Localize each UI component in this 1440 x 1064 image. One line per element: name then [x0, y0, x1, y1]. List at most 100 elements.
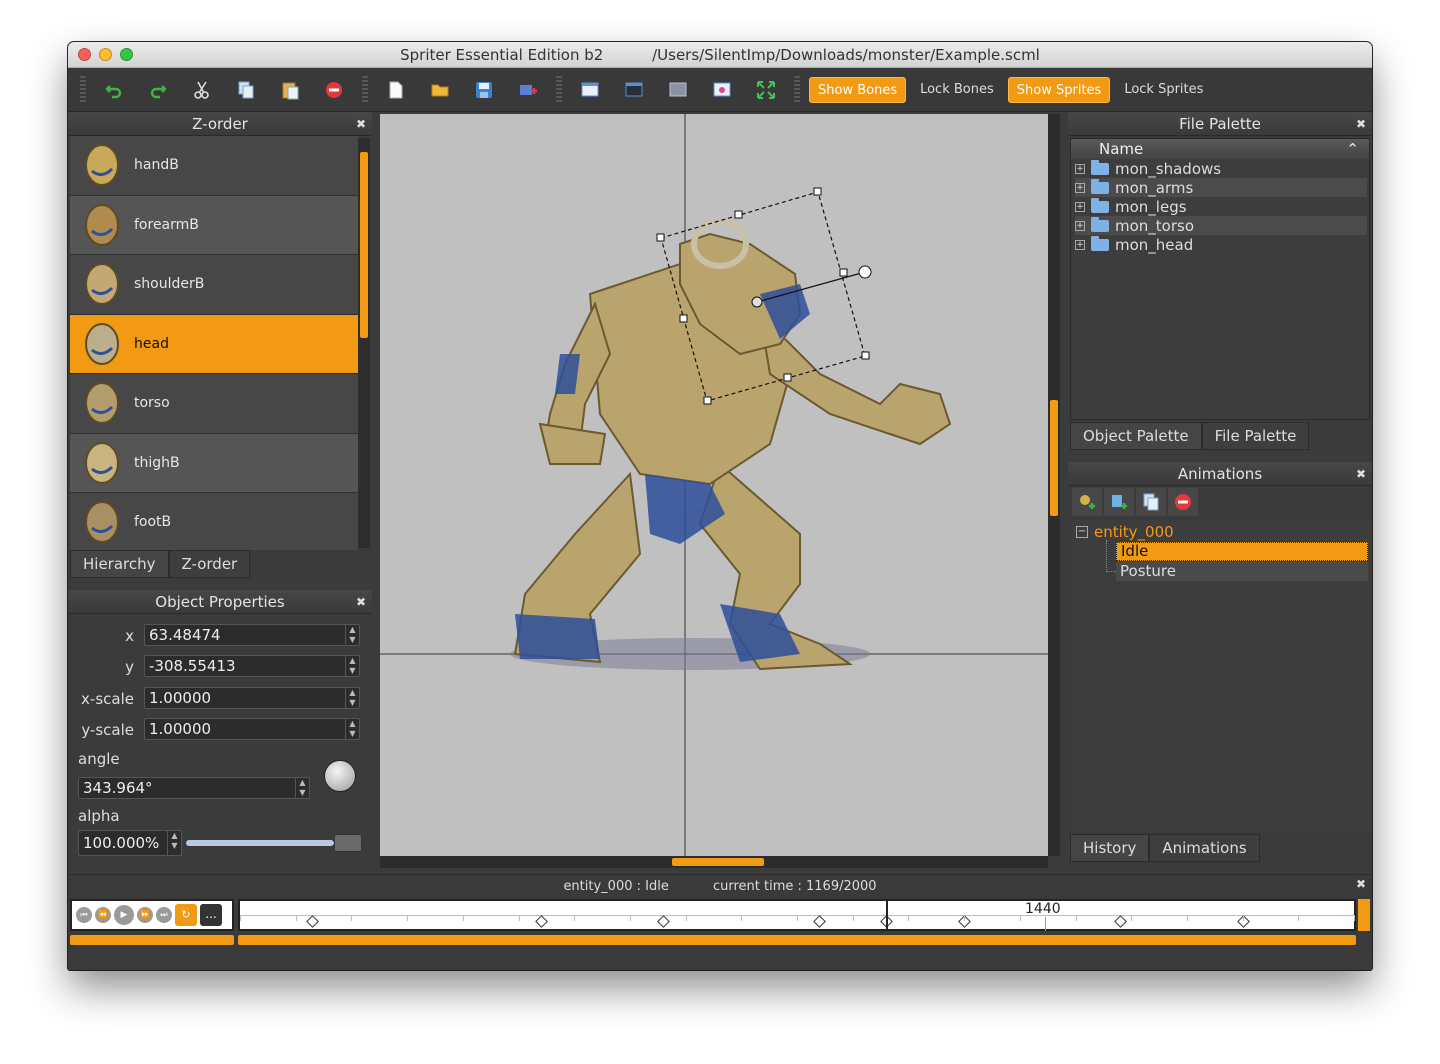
- x-field[interactable]: 63.48474 ▲ ▼: [144, 624, 360, 646]
- keyframe-marker[interactable]: [1114, 915, 1127, 928]
- canvas-vscroll-thumb[interactable]: [1050, 400, 1058, 516]
- xscale-field[interactable]: 1.00000 ▲ ▼: [144, 687, 360, 709]
- fit-view-icon[interactable]: [748, 75, 784, 105]
- tab-object-palette[interactable]: Object Palette: [1070, 422, 1202, 450]
- spin-arrows-icon[interactable]: ▲ ▼: [345, 625, 359, 645]
- playhead[interactable]: [886, 901, 889, 929]
- close-window-button[interactable]: [78, 48, 91, 61]
- show-sprites-toggle[interactable]: Show Sprites: [1007, 76, 1111, 103]
- angle-dial[interactable]: [324, 760, 356, 792]
- alpha-slider-handle[interactable]: [334, 834, 362, 852]
- angle-field[interactable]: 343.964° ▲ ▼: [78, 777, 310, 799]
- zorder-item[interactable]: forearmB: [70, 195, 358, 255]
- cut-icon[interactable]: [184, 75, 220, 105]
- zoom-window-button[interactable]: [120, 48, 133, 61]
- spin-arrows-icon[interactable]: ▲ ▼: [345, 688, 359, 708]
- paste-icon[interactable]: [272, 75, 308, 105]
- close-icon[interactable]: ✖: [356, 112, 366, 136]
- import-icon[interactable]: [510, 75, 546, 105]
- folder-item[interactable]: + mon_head: [1075, 235, 1367, 254]
- canvas-hscrollbar[interactable]: [380, 856, 1048, 868]
- folder-item[interactable]: + mon_shadows: [1075, 159, 1367, 178]
- close-icon[interactable]: ✖: [1356, 877, 1366, 891]
- alpha-slider[interactable]: [186, 834, 362, 852]
- window-2-icon[interactable]: [616, 75, 652, 105]
- zorder-item[interactable]: thighB: [70, 433, 358, 493]
- tab-history[interactable]: History: [1070, 834, 1150, 862]
- zorder-item[interactable]: shoulderB: [70, 255, 358, 315]
- expand-icon[interactable]: +: [1075, 201, 1085, 212]
- keyframe-marker[interactable]: [813, 915, 827, 928]
- last-frame-icon[interactable]: ⏭: [156, 907, 172, 923]
- zorder-item[interactable]: handB: [70, 136, 358, 196]
- delete-animation-icon[interactable]: [1168, 488, 1198, 516]
- timeline-right-handle[interactable]: [1358, 899, 1370, 931]
- range-bar-left[interactable]: [70, 935, 234, 945]
- keyframe-marker[interactable]: [534, 915, 548, 928]
- tab-animations[interactable]: Animations: [1149, 834, 1260, 862]
- spin-arrows-icon[interactable]: ▲ ▼: [167, 831, 181, 855]
- toolbar-grip-4[interactable]: [794, 75, 800, 104]
- monster-sprite[interactable]: [380, 114, 1048, 856]
- scene-canvas[interactable]: [380, 114, 1048, 856]
- window-4-icon[interactable]: [704, 75, 740, 105]
- next-key-icon[interactable]: ⏩: [137, 907, 153, 923]
- folder-item[interactable]: + mon_arms: [1075, 178, 1367, 197]
- close-icon[interactable]: ✖: [1356, 112, 1366, 136]
- range-bar[interactable]: [238, 935, 1356, 945]
- window-1-icon[interactable]: [572, 75, 608, 105]
- zorder-scrollbar[interactable]: [358, 138, 370, 548]
- expand-icon[interactable]: +: [1075, 239, 1085, 250]
- timeline-track[interactable]: 1440: [238, 899, 1356, 931]
- toolbar-grip-2[interactable]: [362, 75, 368, 104]
- play-icon[interactable]: ▶: [114, 905, 134, 925]
- more-options-button[interactable]: ...: [200, 904, 222, 926]
- toolbar-grip[interactable]: [80, 75, 86, 104]
- entity-row[interactable]: − entity_000: [1076, 522, 1174, 542]
- name-column-header[interactable]: Name ⌃: [1071, 139, 1369, 159]
- save-icon[interactable]: [466, 75, 502, 105]
- loop-icon[interactable]: ↻: [175, 904, 197, 926]
- undo-icon[interactable]: [96, 75, 132, 105]
- spin-arrows-icon[interactable]: ▲ ▼: [295, 778, 309, 798]
- zorder-item[interactable]: torso: [70, 374, 358, 434]
- tab-file-palette[interactable]: File Palette: [1201, 422, 1310, 450]
- show-bones-toggle[interactable]: Show Bones: [809, 76, 907, 103]
- new-file-icon[interactable]: [378, 75, 414, 105]
- zorder-item[interactable]: head: [70, 314, 358, 374]
- yscale-field[interactable]: 1.00000 ▲ ▼: [144, 718, 360, 740]
- expand-icon[interactable]: +: [1075, 182, 1085, 193]
- minimize-window-button[interactable]: [99, 48, 112, 61]
- toolbar-grip-3[interactable]: [556, 75, 562, 104]
- keyframe-marker[interactable]: [657, 915, 671, 928]
- add-entity-icon[interactable]: [1072, 488, 1102, 516]
- animation-item-idle[interactable]: Idle: [1116, 542, 1368, 561]
- folder-item[interactable]: + mon_legs: [1075, 197, 1367, 216]
- lock-bones-toggle[interactable]: Lock Bones: [912, 77, 1002, 103]
- y-field[interactable]: -308.55413 ▲ ▼: [144, 655, 360, 677]
- add-animation-icon[interactable]: [1104, 488, 1134, 516]
- canvas-vscrollbar[interactable]: [1048, 114, 1060, 856]
- alpha-field[interactable]: 100.000% ▲ ▼: [78, 830, 182, 856]
- canvas-hscroll-thumb[interactable]: [672, 858, 764, 866]
- window-3-icon[interactable]: [660, 75, 696, 105]
- expand-icon[interactable]: +: [1075, 163, 1085, 174]
- expand-icon[interactable]: +: [1075, 220, 1085, 231]
- close-icon[interactable]: ✖: [1356, 462, 1366, 486]
- zorder-item[interactable]: footB: [70, 493, 358, 550]
- first-frame-icon[interactable]: ⏮: [76, 907, 92, 923]
- spin-arrows-icon[interactable]: ▲ ▼: [345, 656, 359, 676]
- lock-sprites-toggle[interactable]: Lock Sprites: [1116, 77, 1211, 103]
- open-folder-icon[interactable]: [422, 75, 458, 105]
- collapse-icon[interactable]: −: [1076, 526, 1088, 538]
- copy-icon[interactable]: [228, 75, 264, 105]
- redo-icon[interactable]: [140, 75, 176, 105]
- folder-item[interactable]: + mon_torso: [1075, 216, 1367, 235]
- prev-key-icon[interactable]: ⏪: [95, 907, 111, 923]
- delete-icon[interactable]: [316, 75, 352, 105]
- tab-zorder[interactable]: Z-order: [168, 550, 251, 578]
- close-icon[interactable]: ✖: [356, 590, 366, 614]
- animation-item-posture[interactable]: Posture: [1116, 562, 1368, 581]
- zorder-scroll-thumb[interactable]: [360, 152, 368, 338]
- duplicate-animation-icon[interactable]: [1136, 488, 1166, 516]
